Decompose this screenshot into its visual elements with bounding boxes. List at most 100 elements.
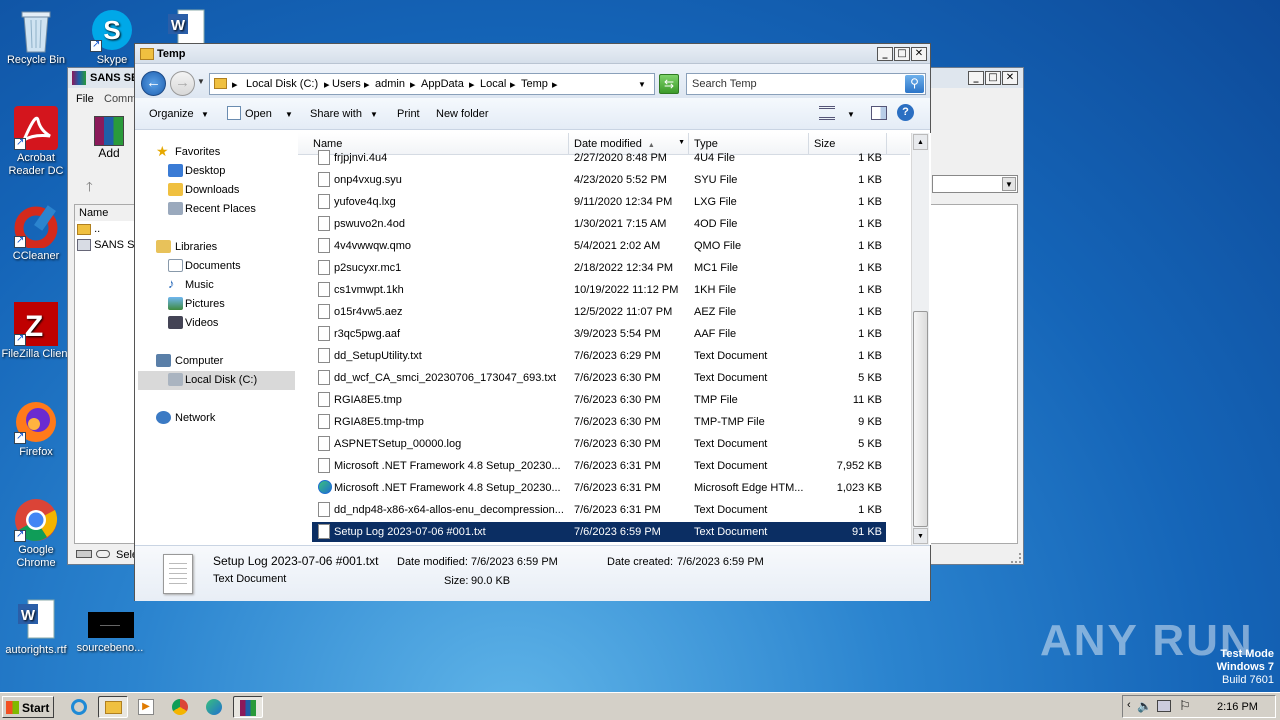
winrar-path-dropdown[interactable]: ▼	[932, 175, 1018, 193]
share-with-button[interactable]: Share with	[310, 108, 362, 120]
address-dropdown-icon[interactable]: ▼	[638, 80, 646, 89]
breadcrumb-temp[interactable]: Temp	[521, 78, 548, 90]
menu-commands[interactable]: Comm	[104, 93, 136, 105]
desktop-icon-autorights[interactable]: W autorights.rtf	[0, 598, 72, 657]
action-center-flag-icon[interactable]: ⚐	[1179, 698, 1191, 714]
nav-libraries[interactable]: Libraries	[138, 238, 295, 257]
table-row[interactable]: r3qc5pwg.aaf 3/9/2023 5:54 PM AAF File 1 KB	[312, 324, 886, 344]
table-row[interactable]: Microsoft .NET Framework 4.8 Setup_20230…	[312, 478, 886, 498]
minimize-button[interactable]: _	[877, 47, 893, 61]
search-input[interactable]: Search Temp	[692, 78, 757, 90]
nav-desktop[interactable]: Desktop	[138, 162, 295, 181]
breadcrumb-users[interactable]: Users	[332, 78, 361, 90]
column-header-name[interactable]: Name	[75, 205, 135, 221]
minimize-button[interactable]: _	[968, 71, 984, 85]
table-row[interactable]: dd_SetupUtility.txt 7/6/2023 6:29 PM Text …	[312, 346, 886, 366]
start-button[interactable]: Start	[2, 696, 54, 718]
print-button[interactable]: Print	[397, 108, 420, 120]
network-tray-icon[interactable]	[1157, 700, 1171, 712]
nav-local-disk[interactable]: Local Disk (C:)	[138, 371, 295, 390]
view-options-icon[interactable]	[819, 106, 835, 120]
taskbar-explorer[interactable]	[98, 696, 128, 718]
table-row[interactable]: RGIA8E5.tmp-tmp 7/6/2023 6:30 PM TMP-TMP F…	[312, 412, 886, 432]
close-button[interactable]: ✕	[911, 47, 927, 61]
explorer-titlebar[interactable]: Temp _ □ ✕	[135, 44, 930, 64]
table-row[interactable]: yufove4q.lxg 9/11/2020 12:34 PM LXG File 1 …	[312, 192, 886, 212]
nav-pictures[interactable]: Pictures	[138, 295, 295, 314]
forward-button[interactable]: →	[170, 71, 195, 96]
file-list[interactable]: Name Date modified ▲ ▼ Type Size frjpjnvi.…	[298, 133, 931, 545]
menu-file[interactable]: File	[76, 93, 94, 105]
list-item[interactable]: SANS SE	[77, 239, 142, 255]
breadcrumb-admin[interactable]: admin	[375, 78, 405, 90]
tray-expand-icon[interactable]: ‹	[1127, 699, 1131, 711]
taskbar-edge[interactable]	[201, 696, 227, 718]
close-button[interactable]: ✕	[1002, 71, 1018, 85]
table-row[interactable]: o15r4vw5.aez 12/5/2022 11:07 PM AEZ File 1 …	[312, 302, 886, 322]
new-folder-button[interactable]: New folder	[436, 108, 489, 120]
taskbar-ie[interactable]	[66, 696, 92, 718]
desktop-icon-recycle-bin[interactable]: Recycle Bin	[0, 8, 72, 67]
desktop-icon-ccleaner[interactable]: CCleaner	[0, 204, 72, 263]
nav-music[interactable]: ♪ Music	[138, 276, 295, 295]
vertical-scrollbar[interactable]: ▲ ▼	[911, 133, 929, 545]
back-button[interactable]: ←	[141, 71, 166, 96]
breadcrumb-local-disk[interactable]: Local Disk (C:)	[246, 78, 318, 90]
table-row[interactable]: RGIA8E5.tmp 7/6/2023 6:30 PM TMP File 11 KB	[312, 390, 886, 410]
desktop-icon-chrome[interactable]: Google Chrome	[0, 498, 72, 570]
file-size: 11 KB	[852, 394, 882, 406]
file-date: 7/6/2023 6:59 PM	[574, 526, 661, 538]
address-bar[interactable]: ▸ Local Disk (C:) ▸ Users ▸ admin ▸ AppD…	[209, 73, 655, 95]
chevron-down-icon[interactable]: ▼	[847, 110, 855, 119]
scroll-thumb[interactable]	[913, 311, 928, 527]
table-row[interactable]: p2sucyxr.mc1 2/18/2022 12:34 PM MC1 File 1 …	[312, 258, 886, 278]
list-item[interactable]: ..	[77, 223, 100, 239]
table-row[interactable]: onp4vxug.syu 4/23/2020 5:52 PM SYU File 1 K…	[312, 170, 886, 190]
open-button[interactable]: Open	[245, 108, 272, 120]
table-row[interactable]: cs1vmwpt.1kh 10/19/2022 11:12 PM 1KH File 1…	[312, 280, 886, 300]
clock[interactable]: 2:16 PM	[1217, 701, 1258, 713]
table-row[interactable]: frjpjnvi.4u4 2/27/2020 8:48 PM 4U4 File 1 K…	[312, 148, 886, 168]
scroll-up-icon[interactable]: ▲	[913, 134, 928, 150]
nav-videos[interactable]: Videos	[138, 314, 295, 333]
add-button[interactable]: Add	[90, 116, 128, 166]
table-row[interactable]: Microsoft .NET Framework 4.8 Setup_20230…	[312, 456, 886, 476]
file-date: 7/6/2023 6:30 PM	[574, 438, 661, 450]
table-row[interactable]: pswuvo2n.4od 1/30/2021 7:15 AM 4OD File 1 K…	[312, 214, 886, 234]
breadcrumb-local[interactable]: Local	[480, 78, 506, 90]
nav-recent-places[interactable]: Recent Places	[138, 200, 295, 219]
search-icon[interactable]: ⚲	[905, 75, 924, 93]
taskbar-media-player[interactable]: ▶	[133, 696, 159, 718]
taskbar-chrome[interactable]	[167, 696, 193, 718]
nav-downloads[interactable]: Downloads	[138, 181, 295, 200]
resize-grip-icon[interactable]	[1011, 553, 1021, 563]
breadcrumb-appdata[interactable]: AppData	[421, 78, 464, 90]
organize-button[interactable]: Organize	[149, 108, 194, 120]
desktop-icon-firefox[interactable]: Firefox	[0, 400, 72, 459]
taskbar-winrar[interactable]	[233, 696, 263, 718]
table-row[interactable]: Setup Log 2023-07-06 #001.txt 7/6/2023 6:…	[312, 522, 886, 542]
maximize-button[interactable]: □	[985, 71, 1001, 85]
nav-network[interactable]: Network	[138, 409, 295, 428]
up-arrow-icon[interactable]: 🡑	[86, 178, 93, 200]
search-box[interactable]: Search Temp ⚲	[686, 73, 926, 95]
explorer-window[interactable]: Temp _ □ ✕ ← → ▼ ▸ Local Disk (C:) ▸ Use…	[134, 43, 931, 601]
maximize-button[interactable]: □	[894, 47, 910, 61]
speaker-icon[interactable]: 🔈	[1137, 699, 1152, 713]
desktop-icon-acrobat[interactable]: Acrobat Reader DC	[0, 106, 72, 178]
chevron-down-icon[interactable]: ▼	[678, 139, 685, 146]
help-icon[interactable]: ?	[897, 104, 914, 121]
recent-pages-dropdown[interactable]: ▼	[197, 77, 205, 86]
preview-pane-icon[interactable]	[871, 106, 887, 120]
desktop-icon-filezilla[interactable]: Z FileZilla Client	[0, 302, 72, 361]
table-row[interactable]: ASPNETSetup_00000.log 7/6/2023 6:30 PM Tex…	[312, 434, 886, 454]
desktop-icon-sourcebeno[interactable]: sourcebeno...	[74, 612, 146, 655]
table-row[interactable]: dd_wcf_CA_smci_20230706_173047_693.txt 7/…	[312, 368, 886, 388]
nav-documents[interactable]: Documents	[138, 257, 295, 276]
nav-favorites[interactable]: ★ Favorites	[138, 143, 295, 162]
scroll-down-icon[interactable]: ▼	[913, 528, 928, 544]
nav-computer[interactable]: Computer	[138, 352, 295, 371]
table-row[interactable]: dd_ndp48-x86-x64-allos-enu_decompression…	[312, 500, 886, 520]
refresh-button[interactable]: ⇆	[659, 74, 679, 94]
table-row[interactable]: 4v4vwwqw.qmo 5/4/2021 2:02 AM QMO File 1 KB	[312, 236, 886, 256]
